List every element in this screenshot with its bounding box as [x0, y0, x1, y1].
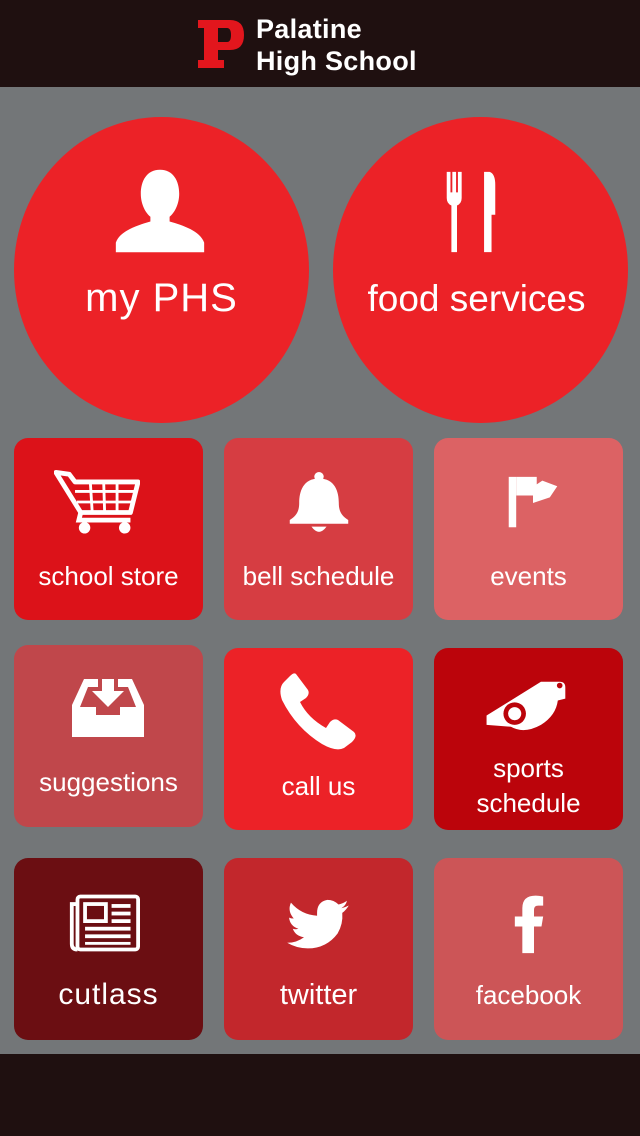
food-services-button[interactable]: food services: [333, 117, 628, 423]
school-name-line2: High School: [256, 46, 417, 76]
bell-schedule-label: bell schedule: [242, 561, 395, 591]
facebook-icon: [514, 895, 544, 954]
school-store-label: school store: [38, 561, 179, 591]
sports-schedule-button[interactable]: sports schedule: [434, 648, 623, 830]
flag-icon: [508, 476, 558, 528]
facebook-label: facebook: [475, 980, 582, 1010]
school-store-button[interactable]: school store: [14, 438, 203, 620]
cutlass-button[interactable]: cutlass: [14, 858, 203, 1040]
cart-icon: [54, 469, 140, 534]
app-footer: [0, 1054, 640, 1136]
suggestions-label: suggestions: [39, 767, 178, 797]
school-logo-p: [198, 20, 244, 68]
twitter-label: twitter: [279, 979, 358, 1011]
my-phs-button[interactable]: my PHS: [14, 117, 309, 423]
school-name-line1: Palatine: [256, 14, 362, 44]
newspaper-icon: [69, 894, 140, 952]
twitter-button[interactable]: twitter: [224, 858, 413, 1040]
my-phs-label: my PHS: [85, 276, 238, 320]
twitter-icon: [287, 899, 349, 949]
facebook-button[interactable]: facebook: [434, 858, 623, 1040]
phone-icon: [280, 673, 356, 750]
food-services-label: food services: [367, 278, 586, 319]
suggestions-button[interactable]: suggestions: [14, 645, 203, 827]
bell-schedule-button[interactable]: bell schedule: [224, 438, 413, 620]
user-icon: [115, 169, 205, 253]
events-button[interactable]: events: [434, 438, 623, 620]
events-label: events: [490, 561, 567, 591]
call-us-button[interactable]: call us: [224, 648, 413, 830]
whistle-icon: [486, 681, 566, 731]
app-header: Palatine High School: [0, 0, 640, 87]
cutlass-label: cutlass: [58, 978, 159, 1011]
bell-icon: [289, 471, 349, 532]
sports-schedule-label-line1: sports: [493, 753, 564, 783]
sports-schedule-label-line2: schedule: [476, 788, 581, 818]
fork-knife-icon: [446, 171, 496, 253]
school-name: Palatine High School: [256, 13, 417, 77]
inbox-download-icon: [72, 679, 144, 737]
call-us-label: call us: [281, 771, 356, 801]
main-grid: my PHS food services school store bell s…: [0, 87, 640, 1054]
